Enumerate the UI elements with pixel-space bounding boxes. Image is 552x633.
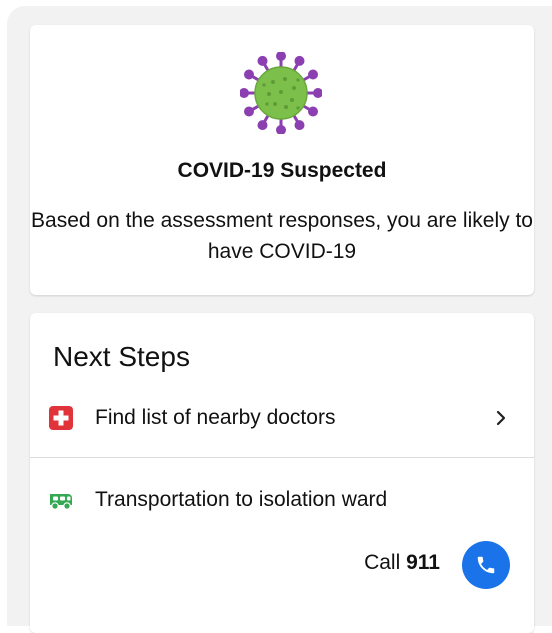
result-description: Based on the assessment responses, you a… — [31, 209, 533, 263]
next-steps-title: Next Steps — [53, 341, 190, 372]
phone-icon — [477, 556, 495, 574]
transportation-label: Transportation to isolation ward — [95, 488, 388, 511]
call-button[interactable] — [462, 541, 510, 589]
call-prefix: Call — [364, 551, 401, 574]
ambulance-icon — [50, 494, 72, 510]
call-number: 911 — [406, 551, 440, 574]
virus-icon — [240, 52, 322, 134]
find-doctors-label: Find list of nearby doctors — [95, 406, 336, 429]
medical-cross-icon — [49, 406, 73, 430]
find-doctors-item[interactable]: Find list of nearby doctors — [30, 388, 534, 448]
chevron-right-icon — [496, 410, 506, 426]
transportation-item: Transportation to isolation ward — [30, 470, 534, 530]
divider — [30, 457, 534, 458]
result-title: COVID-19 Suspected — [177, 159, 387, 182]
call-label: Call 911 — [364, 551, 440, 575]
